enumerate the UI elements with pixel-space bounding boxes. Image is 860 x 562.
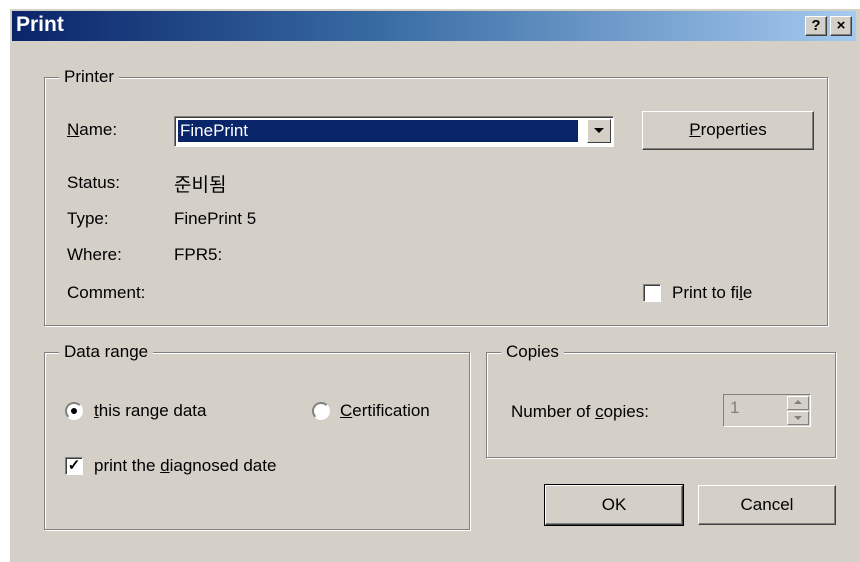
print-dialog: Print ? × Printer Name: FinePrint Proper… <box>9 8 860 562</box>
title-bar[interactable]: Print ? × <box>12 11 856 41</box>
printer-group: Printer Name: FinePrint Properties Statu… <box>44 67 828 326</box>
cancel-button[interactable]: Cancel <box>698 485 836 525</box>
arrow-up-icon <box>794 400 802 404</box>
copies-group: Copies Number of copies: 1 <box>486 342 836 458</box>
properties-button[interactable]: Properties <box>642 111 814 150</box>
printer-legend: Printer <box>59 67 120 87</box>
certification-radio[interactable] <box>312 402 330 420</box>
number-of-copies-label: Number of copies: <box>511 402 649 421</box>
dialog-title: Print <box>16 13 64 36</box>
spin-down-button[interactable] <box>787 411 809 425</box>
status-value: 준비됨 <box>174 175 227 196</box>
data-range-legend: Data range <box>59 342 154 362</box>
copies-value: 1 <box>730 398 740 417</box>
name-label: Name: <box>67 120 118 139</box>
printer-name-select[interactable]: FinePrint <box>174 116 614 147</box>
print-diagnosed-date-checkbox[interactable]: ✓ <box>65 457 83 475</box>
certification-label[interactable]: Certification <box>340 401 430 421</box>
radio-selected-dot <box>71 408 77 414</box>
help-button[interactable]: ? <box>805 16 827 36</box>
spin-up-button[interactable] <box>787 396 809 410</box>
print-to-file-label[interactable]: Print to file <box>672 283 752 303</box>
where-value: FPR5: <box>174 245 223 264</box>
this-range-data-radio[interactable] <box>65 402 83 420</box>
copies-spinner[interactable]: 1 <box>723 394 811 427</box>
print-diagnosed-date-label[interactable]: print the diagnosed date <box>94 456 276 476</box>
ok-button[interactable]: OK <box>544 484 684 526</box>
close-button[interactable]: × <box>830 16 852 36</box>
type-label: Type: <box>67 209 109 228</box>
type-value: FinePrint 5 <box>174 209 257 228</box>
status-label: Status: <box>67 173 120 192</box>
arrow-down-icon <box>794 416 802 420</box>
print-to-file-checkbox[interactable] <box>643 284 661 302</box>
chevron-down-icon <box>594 128 604 133</box>
data-range-group: Data range this range data Certification… <box>44 342 470 530</box>
where-label: Where: <box>67 245 122 264</box>
printer-name-value: FinePrint <box>177 119 579 143</box>
comment-label: Comment: <box>67 283 146 302</box>
copies-legend: Copies <box>501 342 564 362</box>
dropdown-arrow-button[interactable] <box>587 119 611 143</box>
this-range-data-label[interactable]: this range data <box>94 401 206 421</box>
